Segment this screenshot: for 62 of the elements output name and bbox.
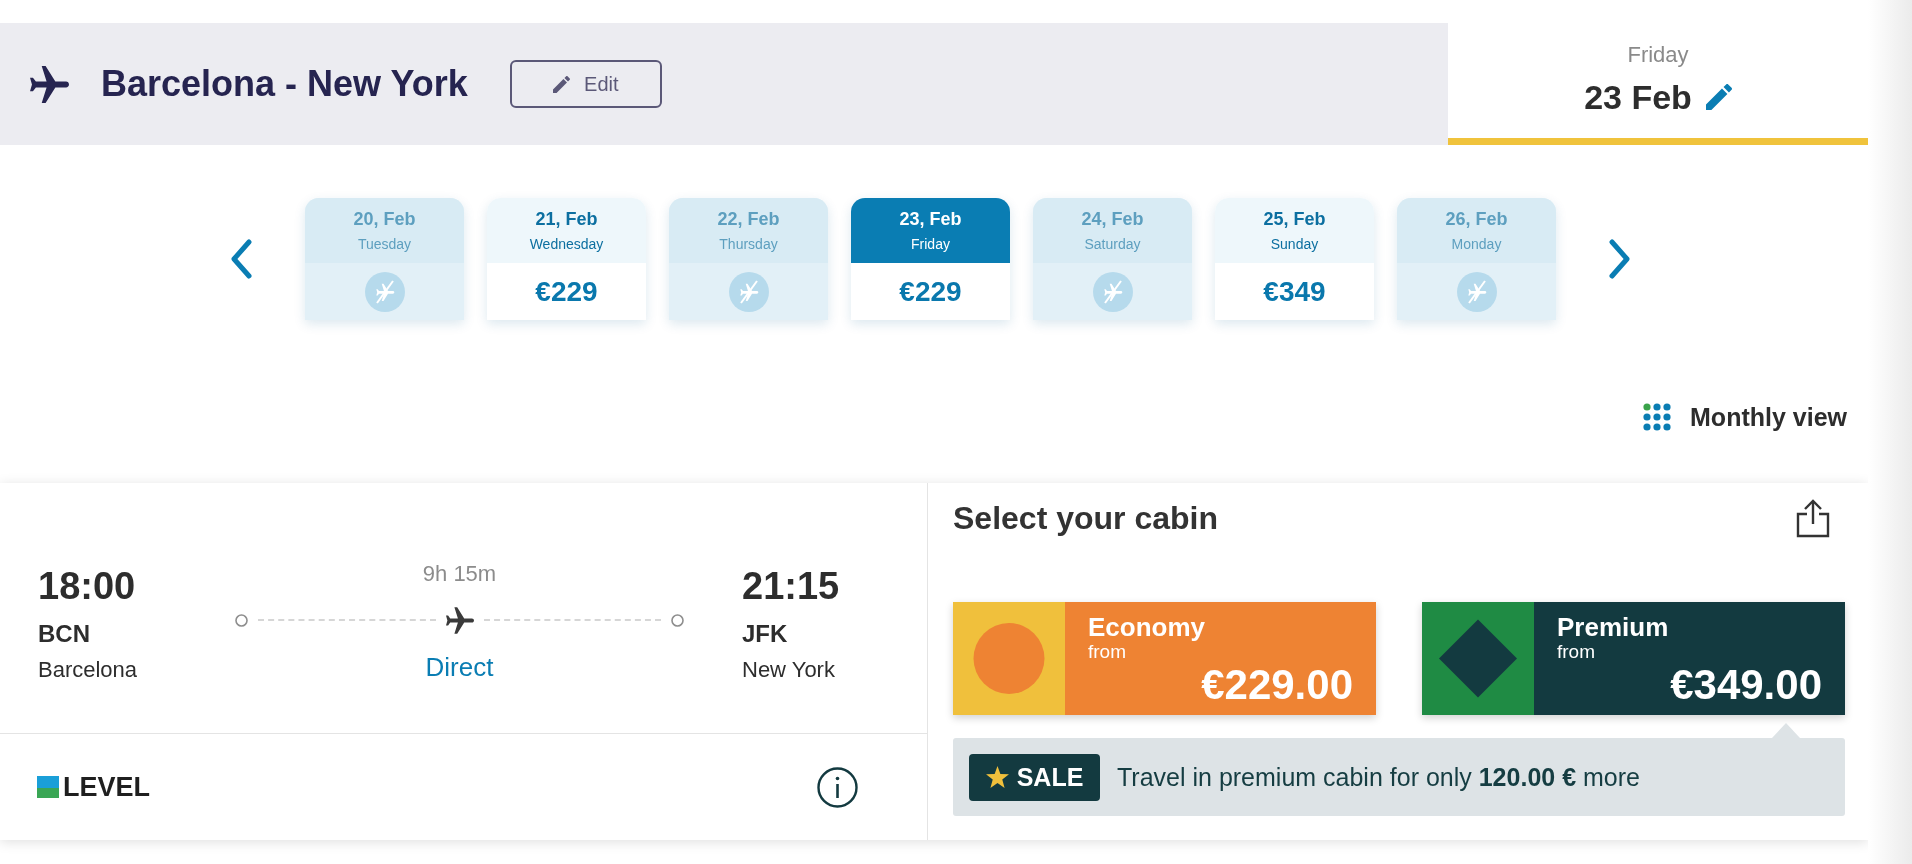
pencil-icon[interactable]: [1705, 84, 1732, 110]
time-label: 21:15: [742, 564, 840, 608]
price-label: €229: [535, 274, 598, 309]
pencil-icon: [553, 75, 571, 93]
stops-label: Direct: [425, 651, 494, 683]
weekday-label: Tuesday: [357, 235, 412, 254]
promo-text: Travel in premium cabin for only 120.00 € more: [1117, 762, 1640, 792]
weekday-label: Saturday: [1084, 235, 1141, 254]
route-dot-icon: [671, 613, 684, 627]
sale-label: SALE: [1016, 762, 1084, 792]
plane-icon: [445, 606, 474, 634]
date-label: 23, Feb: [899, 208, 962, 231]
edit-button[interactable]: Edit: [509, 60, 662, 108]
dots-grid-icon: [1643, 403, 1672, 431]
date-label: 25, Feb: [1263, 208, 1326, 231]
date-label: 24, Feb: [1081, 208, 1144, 231]
logo-square-icon: [37, 776, 59, 798]
cabin-name: Economy: [1088, 612, 1206, 642]
airline-logo-text: LEVEL: [63, 772, 150, 802]
route-title: Barcelona - New York: [101, 62, 468, 106]
date-card[interactable]: 25, Feb Sunday €349: [1215, 198, 1374, 320]
duration-label: 9h 15m: [422, 561, 497, 587]
airport-code: JFK: [742, 619, 788, 649]
cabin-name: Premium: [1557, 612, 1669, 642]
plane-crossed-icon: [1456, 271, 1497, 312]
cabin-option[interactable]: Economy from €229.00: [953, 602, 1376, 715]
plane-crossed-icon: [1092, 271, 1133, 312]
weekday-label: Friday: [1627, 41, 1689, 69]
plane-icon: [30, 65, 69, 103]
date-label: 26, Feb: [1445, 208, 1508, 231]
weekday-label: Friday: [911, 235, 950, 254]
info-icon[interactable]: [817, 766, 858, 808]
star-icon: [985, 766, 1009, 788]
weekday-label: Wednesday: [529, 235, 604, 254]
city-label: Barcelona: [38, 656, 138, 684]
price-label: €349: [1263, 274, 1326, 309]
plane-crossed-icon: [364, 271, 405, 312]
cabin-title: Select your cabin: [953, 499, 1218, 538]
date-label: 22, Feb: [717, 208, 780, 231]
from-label: from: [1088, 642, 1126, 662]
plane-crossed-icon: [728, 271, 769, 312]
cabin-option[interactable]: Premium from €349.00: [1422, 602, 1845, 715]
airport-code: BCN: [38, 619, 90, 649]
city-label: New York: [742, 656, 835, 684]
date-card[interactable]: 21, Feb Wednesday €229: [487, 198, 646, 320]
time-label: 18:00: [38, 564, 136, 608]
chevron-right-icon[interactable]: [1608, 239, 1632, 279]
date-card[interactable]: 23, Feb Friday €229: [851, 198, 1010, 320]
price-label: €229: [899, 274, 962, 309]
cabin-price: €349.00: [1670, 662, 1822, 708]
route-dot-icon: [235, 613, 248, 627]
cabin-price: €229.00: [1201, 662, 1353, 708]
date-label: 20, Feb: [353, 208, 416, 231]
date-label: 23 Feb: [1584, 77, 1692, 117]
weekday-label: Thursday: [719, 235, 778, 254]
share-icon[interactable]: [1796, 498, 1830, 538]
monthly-view-button[interactable]: Monthly view: [1643, 397, 1847, 437]
weekday-label: Monday: [1451, 235, 1502, 254]
from-label: from: [1557, 642, 1595, 662]
date-label: 21, Feb: [535, 208, 598, 231]
weekday-label: Sunday: [1270, 235, 1319, 254]
chevron-left-icon[interactable]: [229, 239, 253, 279]
